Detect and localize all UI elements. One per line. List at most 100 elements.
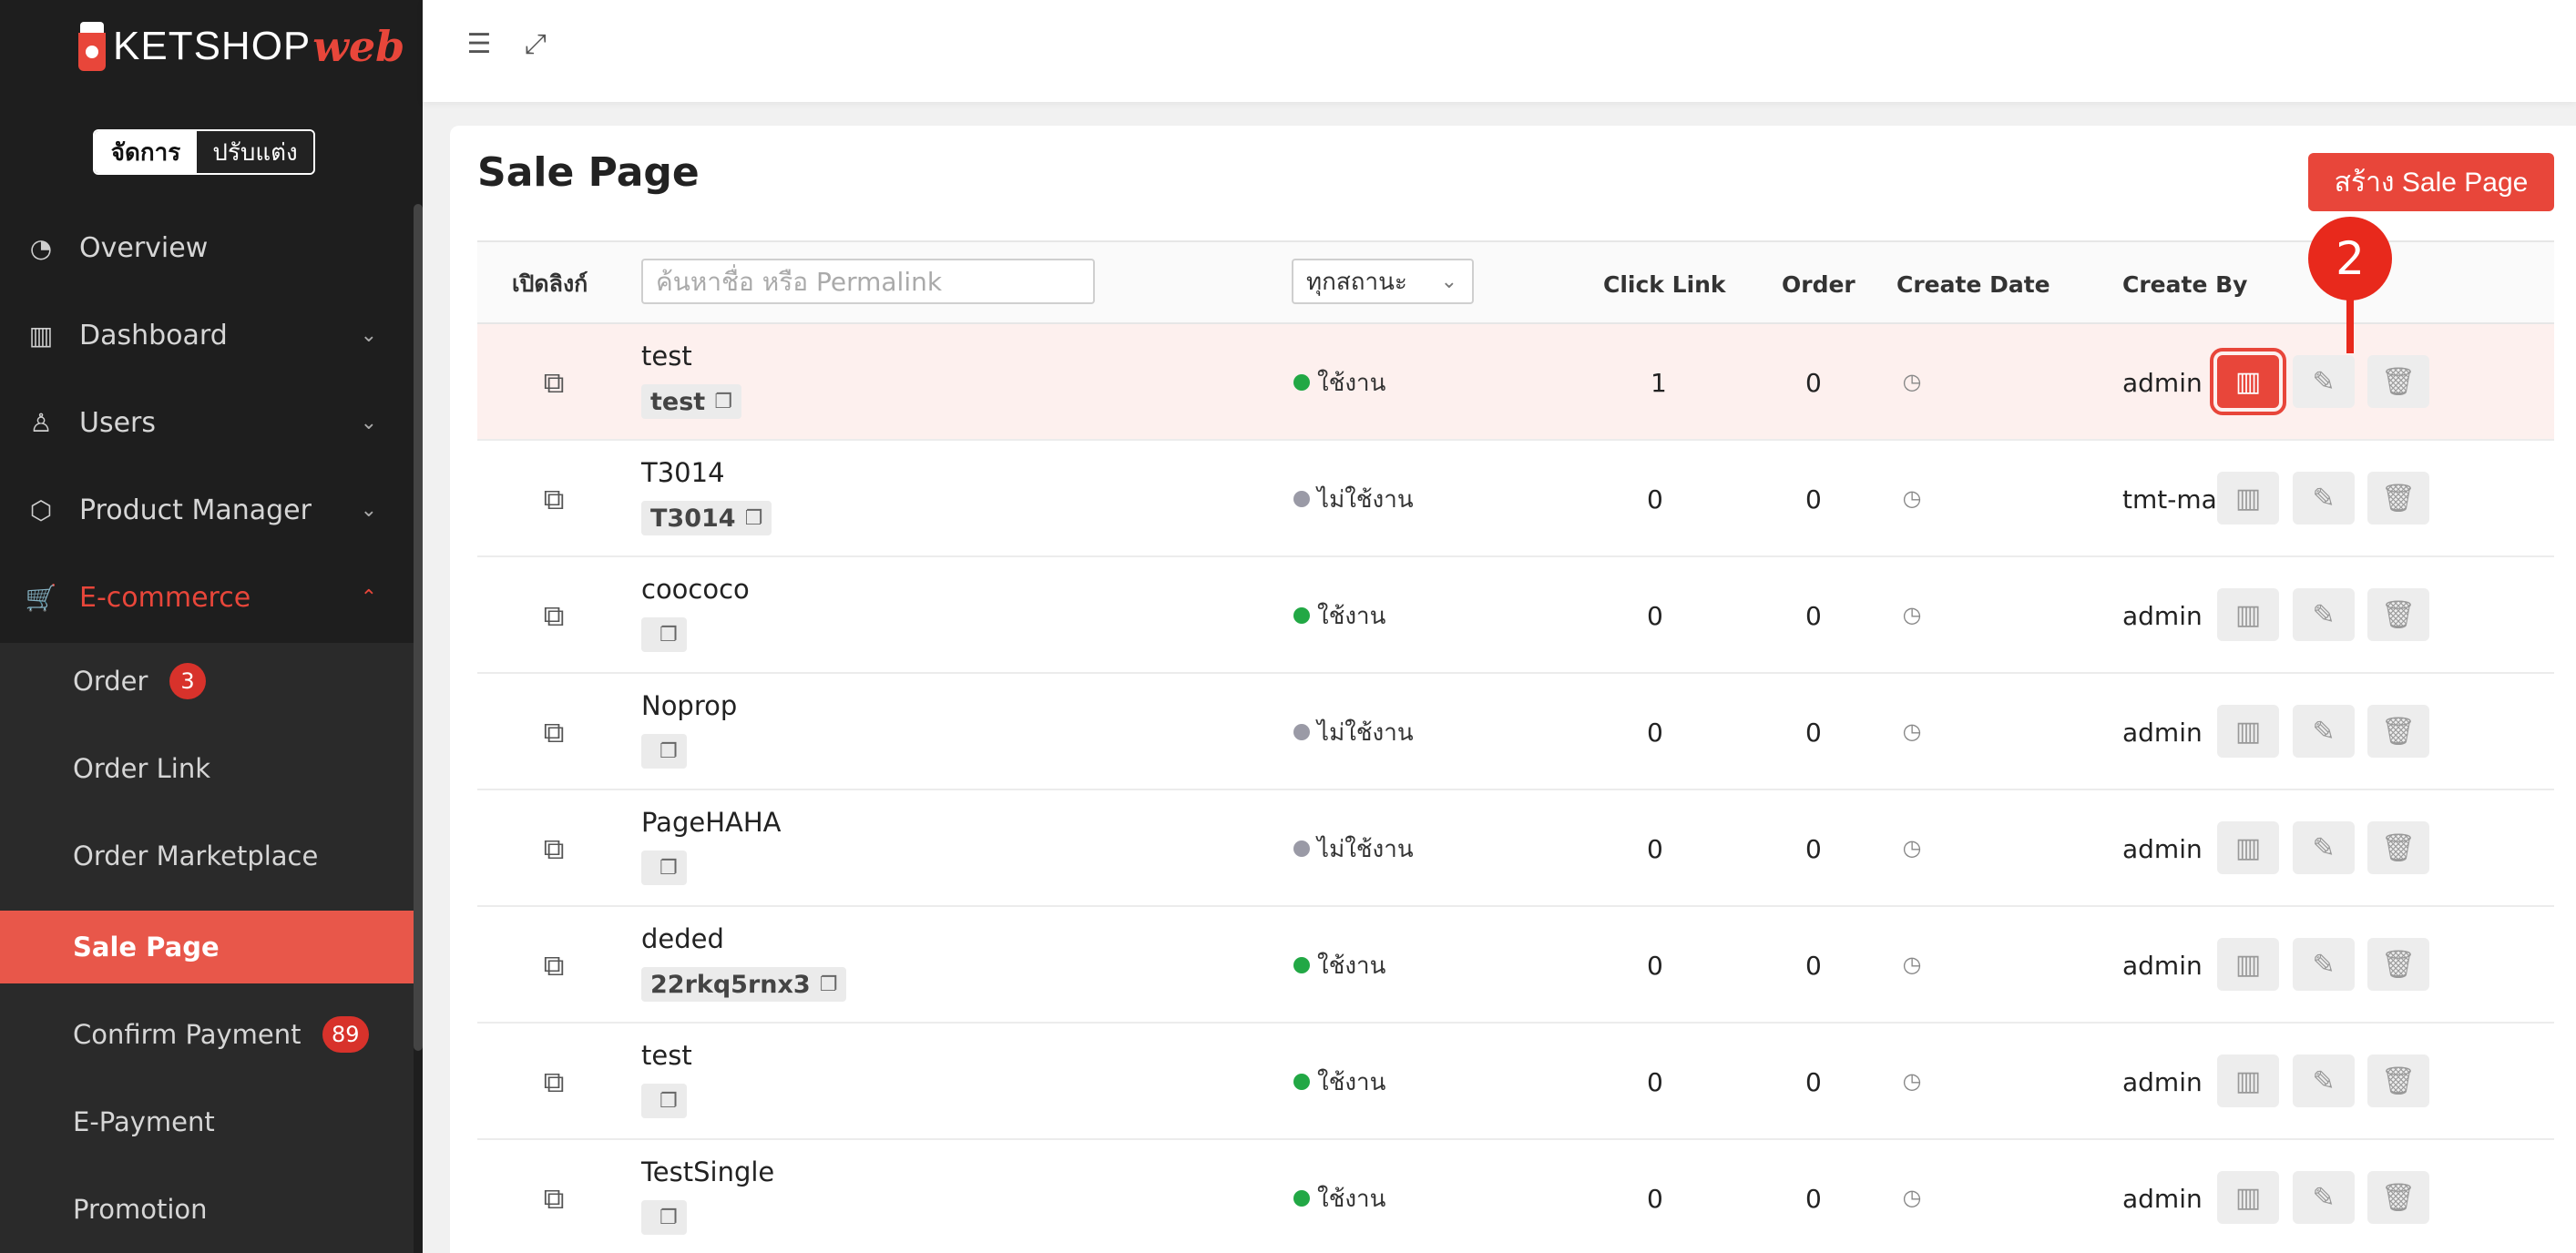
permalink-chip: ❐ [641,617,687,652]
sidebar-item-order[interactable]: Order 3 [0,645,414,718]
mode-manage-button[interactable]: จัดการ [95,131,197,173]
create-sale-page-button[interactable]: สร้าง Sale Page [2308,153,2554,211]
box-icon: ⬡ [29,494,53,525]
logo[interactable]: KETSHOP web [77,16,404,76]
edit-button[interactable]: ✎ [2293,472,2355,525]
sidebar-item-label: Order [73,666,148,697]
copy-icon[interactable]: ❐ [714,391,732,413]
order-count: 0 [1805,950,1822,981]
stats-button[interactable]: ▥ [2217,588,2279,641]
delete-button[interactable]: 🗑 [2367,472,2429,525]
stats-button[interactable]: ▥ [2217,472,2279,525]
external-link-icon[interactable]: ⧉ [536,364,572,401]
copy-icon[interactable]: ❐ [659,857,678,880]
copy-icon[interactable]: ❐ [659,1207,678,1229]
external-link-icon[interactable]: ⧉ [536,1180,572,1217]
copy-icon[interactable]: ❐ [659,624,678,647]
delete-button[interactable]: 🗑 [2367,588,2429,641]
sidebar-item-users[interactable]: ♙ Users ⌄ [0,379,414,466]
confirm-payment-count-badge: 89 [322,1016,369,1053]
status-filter-select[interactable]: ทุกสถานะ ⌄ [1292,259,1474,304]
delete-button[interactable]: 🗑 [2367,1054,2429,1107]
stats-button[interactable]: ▥ [2210,348,2286,415]
sidebar-scrollbar[interactable] [414,204,423,1051]
stats-button[interactable]: ▥ [2217,821,2279,874]
column-header-create-by: Create By [2122,270,2248,298]
annotation-pointer-line [2346,299,2354,353]
edit-button[interactable]: ✎ [2293,821,2355,874]
status-dot [1293,840,1310,857]
sidebar-item-e-payment[interactable]: E-Payment [0,1085,414,1158]
bar-chart-icon: ▥ [28,320,54,351]
copy-icon[interactable]: ❐ [659,740,678,763]
external-link-icon[interactable]: ⧉ [536,947,572,983]
user-icon: ♙ [29,407,53,438]
delete-button[interactable]: 🗑 [2367,1171,2429,1224]
sidebar-item-order-marketplace[interactable]: Order Marketplace [0,820,414,892]
copy-icon[interactable]: ❐ [745,507,763,530]
permalink-chip: ❐ [641,1084,687,1118]
stats-button[interactable]: ▥ [2217,705,2279,758]
delete-button[interactable]: 🗑 [2367,705,2429,758]
clock-icon: ◷ [1902,1185,1922,1210]
sidebar-item-order-link[interactable]: Order Link [0,732,414,805]
stats-button[interactable]: ▥ [2217,1171,2279,1224]
cup-logo-icon [77,20,107,73]
sidebar-item-sale-page[interactable]: Sale Page [0,911,414,983]
e-commerce-submenu: Order 3 Order Link Order Marketplace Sal… [0,643,414,1253]
column-header-open-link: เปิดลิงก์ [512,270,588,297]
stats-button[interactable]: ▥ [2217,938,2279,991]
collapse-sidebar-icon[interactable]: ☰ [463,27,496,60]
status-dot [1293,607,1310,624]
sidebar-item-product-manager[interactable]: ⬡ Product Manager ⌄ [0,466,414,554]
chevron-up-icon: ⌃ [360,586,377,609]
status-text: ใช้งาน [1317,1068,1386,1096]
status-dot [1293,491,1310,507]
delete-button[interactable]: 🗑 [2367,938,2429,991]
bar-chart-icon: ▥ [2234,1181,2262,1214]
click-link-count: 0 [1647,600,1663,631]
delete-button[interactable]: 🗑 [2367,821,2429,874]
column-header-create-date: Create Date [1896,270,2050,298]
copy-icon[interactable]: ❐ [659,1090,678,1113]
trash-icon: 🗑 [2380,831,2417,864]
edit-button[interactable]: ✎ [2293,588,2355,641]
search-input[interactable] [641,259,1095,304]
external-link-icon[interactable]: ⧉ [536,597,572,634]
delete-button[interactable]: 🗑 [2367,355,2429,408]
edit-button[interactable]: ✎ [2293,1171,2355,1224]
bar-chart-icon: ▥ [2234,948,2262,981]
fullscreen-icon[interactable]: ⤢ [519,27,552,60]
trash-icon: 🗑 [2380,482,2417,514]
edit-button[interactable]: ✎ [2293,355,2355,408]
stats-button[interactable]: ▥ [2217,1054,2279,1107]
edit-button[interactable]: ✎ [2293,938,2355,991]
copy-icon[interactable]: ❐ [820,973,838,996]
trash-icon: 🗑 [2380,598,2417,631]
create-by: admin [2122,367,2203,398]
sidebar-item-dashboard[interactable]: ▥ Dashboard ⌄ [0,291,414,379]
annotation-step-badge: 2 [2308,217,2392,301]
sidebar-item-overview[interactable]: ◔ Overview [0,204,414,291]
edit-button[interactable]: ✎ [2293,705,2355,758]
external-link-icon[interactable]: ⧉ [536,1064,572,1100]
external-link-icon[interactable]: ⧉ [536,481,572,517]
order-count: 0 [1805,484,1822,514]
edit-button[interactable]: ✎ [2293,1054,2355,1107]
status-text: ใช้งาน [1317,369,1386,397]
permalink-text: 22rkq5rnx3 [650,970,811,999]
external-link-icon[interactable]: ⧉ [536,830,572,867]
sidebar-item-label: Order Link [73,753,211,784]
external-link-icon[interactable]: ⧉ [536,714,572,750]
trash-icon: 🗑 [2380,1181,2417,1214]
mode-customize-button[interactable]: ปรับแต่ง [197,131,313,173]
sidebar-item-label: Users [79,406,157,439]
sidebar-item-confirm-payment[interactable]: Confirm Payment 89 [0,998,414,1071]
sidebar-item-e-commerce[interactable]: 🛒 E-commerce ⌃ [0,554,414,641]
create-by: admin [2122,1183,2203,1214]
table-row: ⧉ test test ❐ ใช้งาน 1 0 ◷ admin ▥ ✎ 🗑 [477,324,2554,441]
pencil-icon: ✎ [2312,948,2336,981]
sidebar-item-promotion[interactable]: Promotion [0,1173,414,1246]
chevron-down-icon: ⌄ [360,323,377,347]
sidebar-item-label: Dashboard [79,319,228,351]
